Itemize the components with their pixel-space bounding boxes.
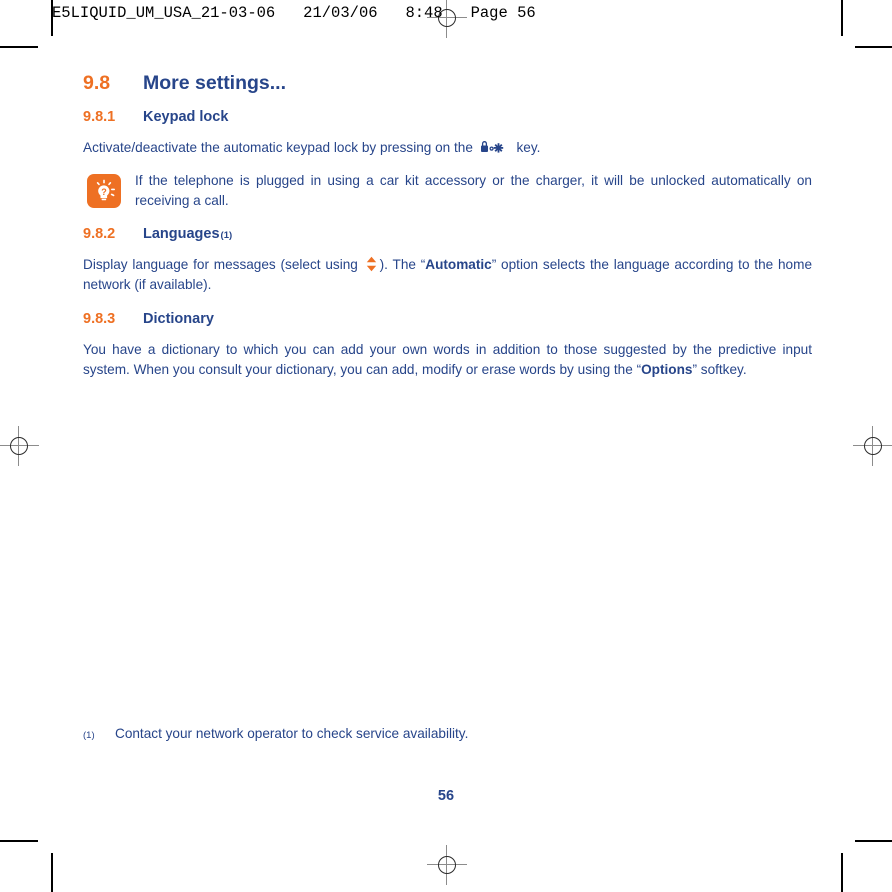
languages-bold-term: Automatic: [425, 256, 492, 272]
section-title: More settings...: [143, 72, 287, 94]
footnote-marker: (1): [220, 229, 233, 241]
keypad-lock-paragraph: Activate/deactivate the automatic keypad…: [83, 138, 812, 159]
subsection-heading-keypad-lock: 9.8.1 Keypad lock: [83, 109, 812, 125]
page-content: 9.8 More settings... 9.8.1 Keypad lock A…: [83, 72, 812, 393]
page-number: 56: [437, 788, 455, 804]
manual-page: 9.8 More settings... 9.8.1 Keypad lock A…: [0, 0, 892, 892]
languages-paragraph: Display language for messages (select us…: [83, 255, 812, 296]
subsection-heading-dictionary: 9.8.3 Dictionary: [83, 311, 812, 327]
languages-text-part2: ). The “: [379, 256, 426, 272]
subsection-number: 9.8.2: [83, 225, 116, 242]
footnote-text: Contact your network operator to check s…: [115, 726, 469, 741]
lightbulb-tip-icon: ?: [87, 173, 121, 208]
up-down-navigation-key-icon: [365, 256, 378, 272]
footnote: (1) Contact your network operator to che…: [83, 726, 812, 741]
keypad-lock-key-icon: [480, 140, 510, 154]
subsection-heading-languages: 9.8.2 Languages (1): [83, 226, 812, 242]
subsection-title: Keypad lock: [143, 109, 229, 125]
dictionary-paragraph: You have a dictionary to which you can a…: [83, 340, 812, 381]
keypad-lock-text-before: Activate/deactivate the automatic keypad…: [83, 140, 477, 155]
languages-text-part1: Display language for messages (select us…: [83, 256, 363, 272]
dictionary-bold-term: Options: [641, 362, 693, 377]
keypad-lock-text-after: key.: [512, 140, 541, 155]
section-heading: 9.8 More settings...: [83, 72, 812, 95]
note-text: If the telephone is plugged in using a c…: [135, 172, 812, 209]
subsection-number: 9.8.1: [83, 109, 116, 125]
section-number: 9.8: [83, 72, 111, 94]
subsection-title: Languages: [143, 225, 220, 242]
svg-text:?: ?: [101, 187, 107, 197]
subsection-number: 9.8.3: [83, 310, 116, 327]
footnote-marker: (1): [83, 730, 95, 741]
dictionary-text-part2: ” softkey.: [692, 362, 747, 377]
note-callout: ? If the telephone is plugged in using a…: [83, 171, 812, 212]
subsection-title: Dictionary: [143, 310, 214, 327]
